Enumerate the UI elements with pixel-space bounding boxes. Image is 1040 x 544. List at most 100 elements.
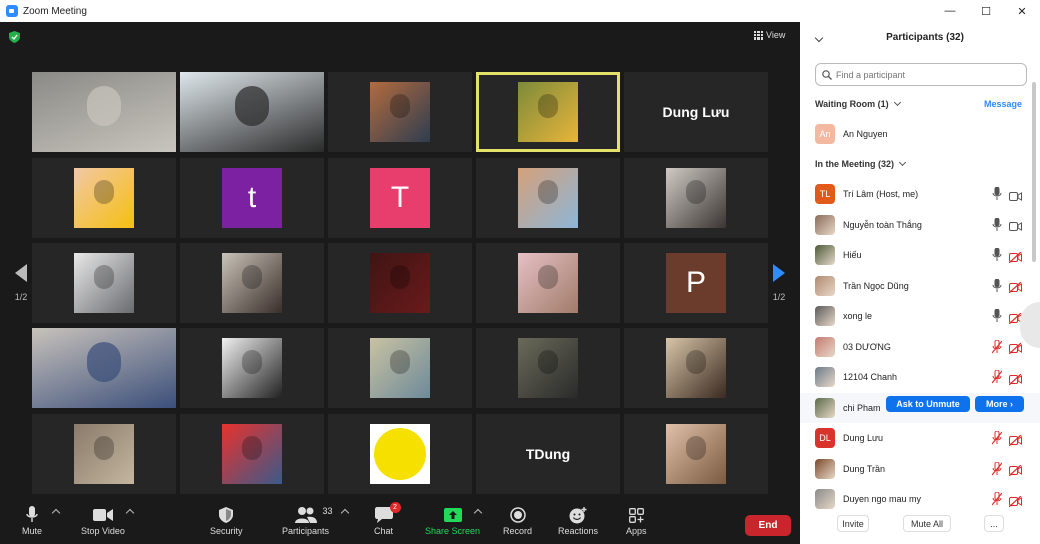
mute-all-button[interactable]: Mute All bbox=[903, 515, 951, 532]
video-camera-off-icon[interactable] bbox=[1008, 494, 1022, 507]
microphone-icon[interactable] bbox=[992, 217, 1002, 232]
video-tile[interactable] bbox=[32, 243, 176, 323]
participant-row[interactable]: DL Dung Lưu bbox=[800, 423, 1040, 453]
video-camera-off-icon[interactable] bbox=[1008, 341, 1022, 355]
participants-options-caret[interactable] bbox=[340, 508, 350, 518]
chat-button[interactable]: 2 Chat bbox=[374, 502, 401, 536]
video-camera-off-icon[interactable] bbox=[1008, 463, 1022, 477]
next-page-button[interactable]: 1/2 bbox=[766, 248, 792, 318]
security-label: Security bbox=[210, 526, 243, 536]
share-screen-button[interactable]: Share Screen bbox=[425, 504, 480, 536]
chat-unread-badge: 2 bbox=[389, 502, 401, 513]
record-button[interactable]: Record bbox=[503, 504, 532, 536]
participant-row[interactable]: TL Trí Lâm (Host, me) bbox=[800, 179, 1040, 209]
waiting-room-header[interactable]: Waiting Room (1) bbox=[815, 98, 901, 109]
video-camera-off-icon[interactable] bbox=[1008, 280, 1022, 294]
video-tile[interactable]: TDung bbox=[476, 414, 620, 494]
video-tile[interactable] bbox=[476, 158, 620, 238]
video-tile[interactable] bbox=[32, 158, 176, 238]
participant-initials-avatar: TL bbox=[815, 184, 835, 204]
participant-row[interactable]: 03 DƯƠNG bbox=[800, 332, 1040, 362]
profile-picture bbox=[518, 253, 578, 313]
participant-video bbox=[32, 328, 176, 408]
microphone-icon[interactable] bbox=[992, 247, 1002, 262]
microphone-muted-icon[interactable] bbox=[991, 339, 1003, 354]
search-input[interactable] bbox=[836, 69, 1016, 80]
more-button[interactable]: More › bbox=[975, 395, 1024, 412]
profile-silhouette bbox=[242, 436, 262, 460]
participants-button[interactable]: 33 Participants bbox=[282, 504, 333, 536]
minimize-button[interactable]: — bbox=[932, 0, 968, 22]
waiting-participant-row[interactable]: An An Nguyen bbox=[800, 119, 1040, 149]
participant-row[interactable]: chi Pham Ask to Unmute More › bbox=[800, 392, 1040, 423]
reactions-smiley-icon bbox=[569, 506, 587, 523]
microphone-icon[interactable] bbox=[992, 308, 1002, 323]
panel-scrollbar[interactable] bbox=[1032, 82, 1036, 262]
mute-button[interactable]: Mute bbox=[22, 504, 42, 536]
video-camera-off-icon[interactable] bbox=[1008, 372, 1022, 385]
video-tile[interactable]: T bbox=[328, 158, 472, 238]
participant-profile-picture bbox=[815, 275, 835, 296]
video-tile[interactable]: t bbox=[180, 158, 324, 238]
video-tile[interactable]: P bbox=[624, 243, 768, 323]
invite-button[interactable]: Invite bbox=[837, 515, 869, 532]
participants-count: 33 bbox=[322, 506, 333, 516]
video-tile[interactable] bbox=[180, 328, 324, 408]
previous-page-button[interactable]: 1/2 bbox=[8, 248, 34, 318]
video-tile[interactable]: Dung Lưu bbox=[624, 72, 768, 152]
end-meeting-button[interactable]: End bbox=[745, 515, 791, 536]
security-button[interactable]: Security bbox=[210, 504, 243, 536]
video-camera-off-icon[interactable] bbox=[1008, 433, 1022, 446]
search-icon bbox=[822, 69, 832, 80]
encryption-shield-icon[interactable] bbox=[9, 31, 20, 43]
stop-video-button[interactable]: Stop Video bbox=[81, 504, 125, 536]
video-tile[interactable] bbox=[328, 414, 472, 494]
video-camera-icon[interactable] bbox=[1009, 189, 1022, 201]
video-camera-off-icon[interactable] bbox=[1008, 250, 1022, 263]
video-tile[interactable] bbox=[180, 72, 324, 152]
title-bar: Zoom Meeting — ☐ ✕ bbox=[0, 0, 1040, 22]
microphone-icon[interactable] bbox=[992, 186, 1002, 201]
video-tile[interactable] bbox=[32, 414, 176, 494]
apps-button[interactable]: Apps bbox=[626, 504, 647, 536]
video-tile[interactable] bbox=[476, 328, 620, 408]
video-tile[interactable] bbox=[32, 328, 176, 408]
video-tile[interactable] bbox=[328, 328, 472, 408]
microphone-muted-icon[interactable] bbox=[991, 430, 1003, 445]
video-tile[interactable] bbox=[32, 72, 176, 152]
reactions-button[interactable]: Reactions bbox=[558, 504, 598, 536]
participant-row[interactable]: Duyen ngo mau my bbox=[800, 484, 1040, 514]
microphone-muted-icon[interactable] bbox=[991, 369, 1003, 384]
video-tile[interactable] bbox=[624, 328, 768, 408]
view-button[interactable]: View bbox=[754, 30, 785, 40]
profile-silhouette bbox=[538, 265, 558, 289]
ask-to-unmute-button[interactable]: Ask to Unmute bbox=[886, 395, 970, 412]
video-camera-icon[interactable] bbox=[1009, 219, 1022, 231]
video-tile[interactable] bbox=[476, 72, 620, 152]
participant-name: Nguyễn toàn Thắng bbox=[843, 219, 922, 230]
microphone-icon[interactable] bbox=[992, 278, 1002, 293]
participant-search-box[interactable] bbox=[815, 63, 1027, 86]
close-button[interactable]: ✕ bbox=[1004, 0, 1040, 22]
video-tile[interactable] bbox=[624, 158, 768, 238]
participant-row[interactable]: 12104 Chanh bbox=[800, 362, 1040, 392]
microphone-muted-icon[interactable] bbox=[991, 491, 1003, 506]
video-tile[interactable] bbox=[328, 243, 472, 323]
video-tile[interactable] bbox=[180, 414, 324, 494]
audio-options-caret[interactable] bbox=[51, 508, 61, 518]
video-tile[interactable] bbox=[624, 414, 768, 494]
video-tile[interactable] bbox=[476, 243, 620, 323]
participant-row[interactable]: Trần Ngọc Dũng bbox=[800, 271, 1040, 301]
maximize-button[interactable]: ☐ bbox=[968, 0, 1004, 22]
message-waiting-room-link[interactable]: Message bbox=[984, 99, 1022, 109]
microphone-muted-icon[interactable] bbox=[991, 461, 1003, 476]
more-options-button[interactable]: ... bbox=[984, 515, 1004, 532]
video-options-caret[interactable] bbox=[125, 508, 135, 518]
participant-row[interactable]: Nguyễn toàn Thắng bbox=[800, 210, 1040, 240]
participant-row[interactable]: Hiếu bbox=[800, 240, 1040, 270]
participant-row[interactable]: Dung Trần bbox=[800, 454, 1040, 484]
participant-row[interactable]: xong le bbox=[800, 301, 1040, 331]
in-meeting-header[interactable]: In the Meeting (32) bbox=[815, 158, 907, 169]
video-tile[interactable] bbox=[328, 72, 472, 152]
video-tile[interactable] bbox=[180, 243, 324, 323]
